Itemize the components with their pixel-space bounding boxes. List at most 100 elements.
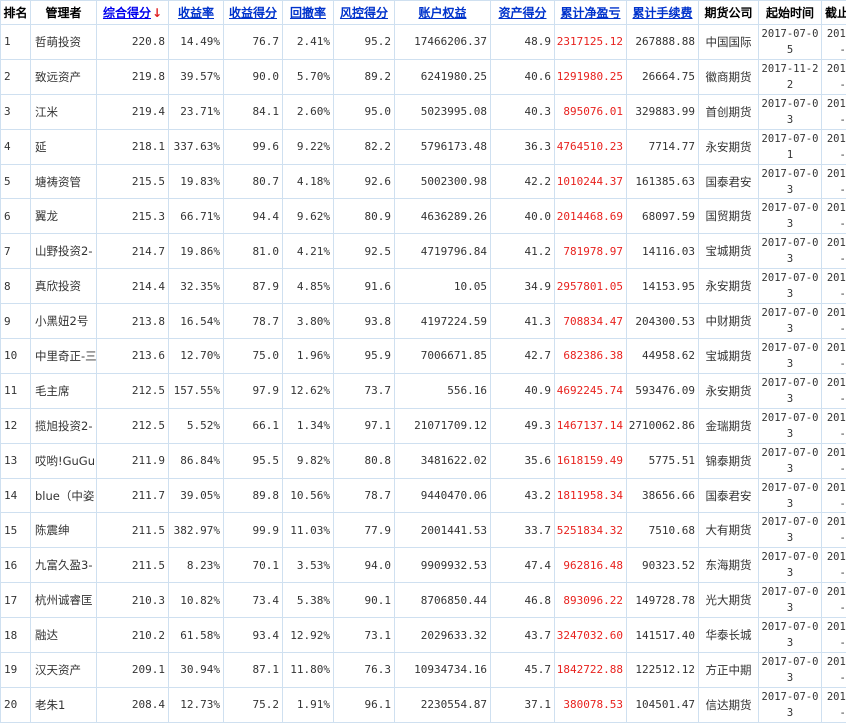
cell-return-rate: 61.58% [168, 617, 224, 654]
cell-return-score: 78.7 [223, 303, 283, 340]
cell-cum-pnl: 4692245.74 [554, 372, 627, 409]
cell-start-time: 2017-07-03 [758, 198, 822, 235]
cell-asset-score: 41.2 [490, 233, 555, 270]
cell-broker: 宝城期货 [698, 338, 759, 374]
cell-risk-score: 78.7 [333, 477, 395, 514]
cell-risk-score: 95.9 [333, 338, 395, 374]
table-row: 8 真欣投资 214.4 32.35% 87.9 4.85% 91.6 10.05 34.9 29… [0, 268, 846, 305]
cell-return-score: 66.1 [223, 407, 283, 444]
cell-manager: 陈震绅 [30, 512, 97, 549]
cell-equity: 9440470.06 [394, 477, 491, 514]
cell-asset-score: 45.7 [490, 652, 555, 688]
cell-total-score: 215.5 [96, 163, 169, 200]
table-row: 16 九富久盈3- 211.5 8.23% 70.1 3.53% 94.0 9909932.5… [0, 547, 846, 584]
cell-equity: 5796173.48 [394, 128, 491, 165]
col-header-rank: 排名 [0, 0, 31, 25]
cell-manager: 九富久盈3- [30, 547, 97, 584]
cell-broker: 华泰长城 [698, 617, 759, 654]
cell-cum-fee: 44958.62 [626, 338, 699, 374]
cell-asset-score: 34.9 [490, 268, 555, 305]
cell-return-score: 87.1 [223, 652, 283, 688]
cell-risk-score: 80.9 [333, 198, 395, 235]
cell-cum-pnl: 895076.01 [554, 93, 627, 130]
cell-cum-fee: 141517.40 [626, 617, 699, 654]
cell-cum-fee: 7510.68 [626, 512, 699, 549]
cell-rank: 12 [0, 407, 31, 444]
col-header-return-score[interactable]: 收益得分 [223, 0, 283, 25]
cell-broker: 徽商期货 [698, 58, 759, 95]
col-header-total-score[interactable]: 综合得分↓ [96, 0, 169, 25]
cell-equity: 9909932.53 [394, 547, 491, 584]
cell-manager: 揽旭投资2- [30, 407, 97, 444]
cell-manager: 致远资产 [30, 58, 97, 95]
cell-rank: 4 [0, 128, 31, 165]
cell-broker: 中财期货 [698, 303, 759, 340]
cell-asset-score: 40.9 [490, 372, 555, 409]
cell-equity: 10934734.16 [394, 652, 491, 688]
col-header-equity[interactable]: 账户权益 [394, 0, 491, 25]
cell-end-time: 2018-01-03 [821, 163, 846, 200]
cell-risk-score: 89.2 [333, 58, 395, 95]
cell-return-score: 95.5 [223, 442, 283, 479]
cell-cum-pnl: 1842722.88 [554, 652, 627, 688]
col-header-drawdown[interactable]: 回撤率 [282, 0, 334, 25]
cell-asset-score: 37.1 [490, 686, 555, 723]
cell-cum-fee: 104501.47 [626, 686, 699, 723]
cell-drawdown: 3.53% [282, 547, 334, 584]
cell-return-score: 81.0 [223, 233, 283, 270]
cell-return-score: 93.4 [223, 617, 283, 654]
cell-end-time: 2018-01-19 [821, 338, 846, 374]
table-row: 4 延 218.1 337.63% 99.6 9.22% 82.2 5796173.48 36.… [0, 128, 846, 165]
cell-drawdown: 12.62% [282, 372, 334, 409]
cell-total-score: 219.8 [96, 58, 169, 95]
cell-manager: 汉天资产 [30, 652, 97, 688]
cell-rank: 19 [0, 652, 31, 688]
cell-end-time: 2018-01-19 [821, 24, 846, 60]
cell-risk-score: 92.5 [333, 233, 395, 270]
col-header-return-rate[interactable]: 收益率 [168, 0, 224, 25]
col-header-asset-score[interactable]: 资产得分 [490, 0, 555, 25]
table-row: 18 融达 210.2 61.58% 93.4 12.92% 73.1 2029633.32 4… [0, 617, 846, 654]
cell-risk-score: 92.6 [333, 163, 395, 200]
cell-broker: 信达期货 [698, 686, 759, 723]
cell-risk-score: 95.0 [333, 93, 395, 130]
cell-manager: 塘祷资管 [30, 163, 97, 200]
cell-broker: 永安期货 [698, 372, 759, 409]
cell-return-rate: 382.97% [168, 512, 224, 549]
cell-cum-pnl: 2014468.69 [554, 198, 627, 235]
cell-equity: 17466206.37 [394, 24, 491, 60]
cell-drawdown: 3.80% [282, 303, 334, 340]
table-row: 7 山野投资2- 214.7 19.86% 81.0 4.21% 92.5 4719796.8… [0, 233, 846, 270]
table-row: 6 翼龙 215.3 66.71% 94.4 9.62% 80.9 4636289.26 40.… [0, 198, 846, 235]
cell-return-rate: 19.86% [168, 233, 224, 270]
cell-start-time: 2017-07-03 [758, 442, 822, 479]
cell-drawdown: 12.92% [282, 617, 334, 654]
cell-end-time: 2017-08-28 [821, 512, 846, 549]
cell-end-time: 2017-10-24 [821, 407, 846, 444]
cell-rank: 15 [0, 512, 31, 549]
col-header-risk-score[interactable]: 风控得分 [333, 0, 395, 25]
cell-rank: 6 [0, 198, 31, 235]
col-header-cum-fee[interactable]: 累计手续费 [626, 0, 699, 25]
cell-return-score: 75.2 [223, 686, 283, 723]
cell-risk-score: 95.2 [333, 24, 395, 60]
cell-end-time: 2018-01-19 [821, 198, 846, 235]
cell-return-rate: 39.05% [168, 477, 224, 514]
cell-cum-pnl: 1291980.25 [554, 58, 627, 95]
cell-return-rate: 337.63% [168, 128, 224, 165]
cell-return-score: 99.6 [223, 128, 283, 165]
cell-start-time: 2017-07-03 [758, 686, 822, 723]
cell-end-time: 2018-01-19 [821, 58, 846, 95]
cell-cum-fee: 329883.99 [626, 93, 699, 130]
cell-equity: 4197224.59 [394, 303, 491, 340]
col-header-total-score-label: 综合得分 [102, 6, 151, 20]
cell-cum-fee: 122512.12 [626, 652, 699, 688]
cell-broker: 光大期货 [698, 582, 759, 619]
cell-risk-score: 80.8 [333, 442, 395, 479]
cell-end-time: 2018-01-19 [821, 652, 846, 688]
cell-risk-score: 93.8 [333, 303, 395, 340]
cell-return-score: 97.9 [223, 372, 283, 409]
cell-asset-score: 40.0 [490, 198, 555, 235]
col-header-cum-pnl[interactable]: 累计净盈亏 [554, 0, 627, 25]
cell-rank: 5 [0, 163, 31, 200]
